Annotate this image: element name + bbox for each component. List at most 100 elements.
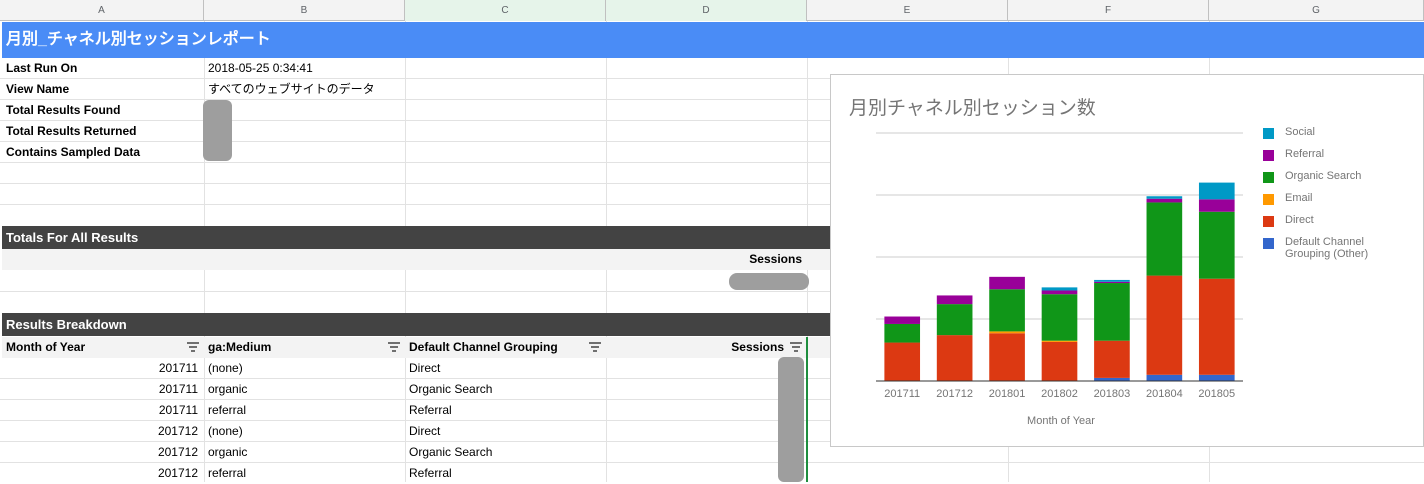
col-month-of-year[interactable]: Month of Year	[2, 337, 202, 358]
cell-medium[interactable]: referral	[204, 400, 404, 421]
cell-month[interactable]: 201712	[2, 442, 202, 463]
x-tick-label: 201801	[989, 388, 1026, 400]
total-returned-label[interactable]: Total Results Returned	[2, 121, 202, 142]
legend-swatch	[1263, 216, 1274, 227]
bar-segment[interactable]	[989, 333, 1025, 381]
bar-segment[interactable]	[1094, 279, 1130, 282]
totals-header[interactable]: Totals For All Results	[2, 226, 831, 249]
bar-segment[interactable]	[1041, 294, 1078, 341]
bar-segment[interactable]	[884, 323, 921, 343]
sampled-label[interactable]: Contains Sampled Data	[2, 142, 202, 163]
cell-month[interactable]: 201712	[2, 463, 202, 484]
view-name-value[interactable]: すべてのウェブサイトのデータ	[204, 79, 404, 100]
bar-segment[interactable]	[1198, 374, 1235, 381]
legend-label: Direct	[1285, 214, 1314, 226]
bar-segment[interactable]	[1041, 290, 1078, 295]
selection-border	[806, 337, 808, 482]
filter-icon[interactable]	[388, 342, 400, 352]
column-header-bar: A B C D E F G	[0, 0, 1424, 21]
cell-channel[interactable]: Referral	[405, 463, 605, 484]
bar-segment[interactable]	[1198, 182, 1235, 200]
legend-label: Referral	[1285, 148, 1325, 160]
filter-icon[interactable]	[589, 342, 601, 352]
bar-segment[interactable]	[1094, 283, 1130, 341]
cell-channel[interactable]: Direct	[405, 421, 605, 442]
x-tick-label: 201805	[1198, 388, 1235, 400]
spreadsheet: A B C D E F G 月別_チャネル別セッションレポート Last Run…	[0, 0, 1424, 482]
column-header-e[interactable]: E	[807, 0, 1008, 21]
bar-segment[interactable]	[1198, 278, 1235, 375]
legend-label: Email	[1285, 192, 1313, 204]
cell-channel[interactable]: Referral	[405, 400, 605, 421]
legend-swatch	[1263, 194, 1274, 205]
cell-month[interactable]: 201711	[2, 379, 202, 400]
bar-segment[interactable]	[1146, 198, 1183, 203]
bar-segment[interactable]	[1094, 340, 1130, 378]
cell-medium[interactable]: referral	[204, 463, 404, 484]
bar-segment[interactable]	[1146, 374, 1183, 381]
last-run-value[interactable]: 2018-05-25 0:34:41	[204, 58, 404, 79]
cell-month[interactable]: 201712	[2, 421, 202, 442]
bar-segment[interactable]	[1041, 340, 1078, 342]
view-name-label[interactable]: View Name	[2, 79, 202, 100]
bar-segment[interactable]	[1198, 211, 1235, 279]
cell-medium[interactable]: organic	[204, 379, 404, 400]
totals-sessions-header[interactable]: Sessions	[606, 249, 806, 270]
bar-segment[interactable]	[1094, 281, 1130, 284]
filter-icon[interactable]	[187, 342, 199, 352]
breakdown-column-row: Month of Year ga:Medium Default Channel …	[2, 337, 831, 358]
x-tick-label: 201712	[936, 388, 973, 400]
filter-icon[interactable]	[790, 342, 802, 352]
bar-segment[interactable]	[989, 331, 1025, 334]
legend-swatch	[1263, 172, 1274, 183]
bar-segment[interactable]	[1041, 287, 1078, 291]
cell-medium[interactable]: organic	[204, 442, 404, 463]
bar-segment[interactable]	[936, 304, 973, 336]
column-header-b[interactable]: B	[204, 0, 405, 21]
bar-segment[interactable]	[1041, 341, 1078, 381]
stacked-bar-chart[interactable]: 月別チャネル別セッション数 201711 201712 201801 201802 20…	[830, 74, 1424, 447]
x-tick-label: 201803	[1094, 388, 1131, 400]
legend-label: Social	[1285, 126, 1315, 138]
legend-label: Default Channel Grouping (Other)	[1285, 236, 1369, 260]
bar-segment[interactable]	[936, 295, 973, 305]
bar-segment[interactable]	[884, 342, 921, 381]
column-header-c[interactable]: C	[405, 0, 606, 21]
legend-swatch	[1263, 150, 1274, 161]
chart-plot: 201711 201712 201801 201802 201803 201804 2018…	[876, 132, 1243, 400]
total-found-label[interactable]: Total Results Found	[2, 100, 202, 121]
bar-segment[interactable]	[1146, 196, 1183, 199]
breakdown-header[interactable]: Results Breakdown	[2, 313, 831, 336]
bar-segment[interactable]	[1146, 202, 1183, 276]
col-sessions[interactable]: Sessions	[606, 337, 788, 358]
bar-segment[interactable]	[936, 335, 973, 381]
cell-month[interactable]: 201711	[2, 400, 202, 421]
column-header-d[interactable]: D	[606, 0, 807, 21]
bar-segment[interactable]	[989, 289, 1025, 332]
cell-medium[interactable]: (none)	[204, 421, 404, 442]
col-medium[interactable]: ga:Medium	[204, 337, 404, 358]
redacted-total	[729, 273, 809, 290]
last-run-label[interactable]: Last Run On	[2, 58, 202, 79]
cell-channel[interactable]: Direct	[405, 358, 605, 379]
bar-segment[interactable]	[1198, 199, 1235, 212]
redacted-sessions	[778, 357, 804, 482]
cell-month[interactable]: 201711	[2, 358, 202, 379]
x-tick-label: 201802	[1041, 388, 1078, 400]
cell-channel[interactable]: Organic Search	[405, 442, 605, 463]
column-header-f[interactable]: F	[1008, 0, 1209, 21]
bar-segment[interactable]	[989, 276, 1025, 290]
column-header-g[interactable]: G	[1209, 0, 1424, 21]
totals-column-row: Sessions	[2, 249, 831, 270]
chart-x-axis-title: Month of Year	[1027, 415, 1095, 427]
col-channel-grouping[interactable]: Default Channel Grouping	[405, 337, 605, 358]
x-tick-label: 201804	[1146, 388, 1183, 400]
cell-medium[interactable]: (none)	[204, 358, 404, 379]
report-title[interactable]: 月別_チャネル別セッションレポート	[2, 22, 1424, 58]
legend-swatch	[1263, 128, 1274, 139]
bar-segment[interactable]	[884, 316, 921, 324]
column-header-a[interactable]: A	[0, 0, 204, 21]
legend-swatch	[1263, 238, 1274, 249]
bar-segment[interactable]	[1146, 275, 1183, 375]
cell-channel[interactable]: Organic Search	[405, 379, 605, 400]
